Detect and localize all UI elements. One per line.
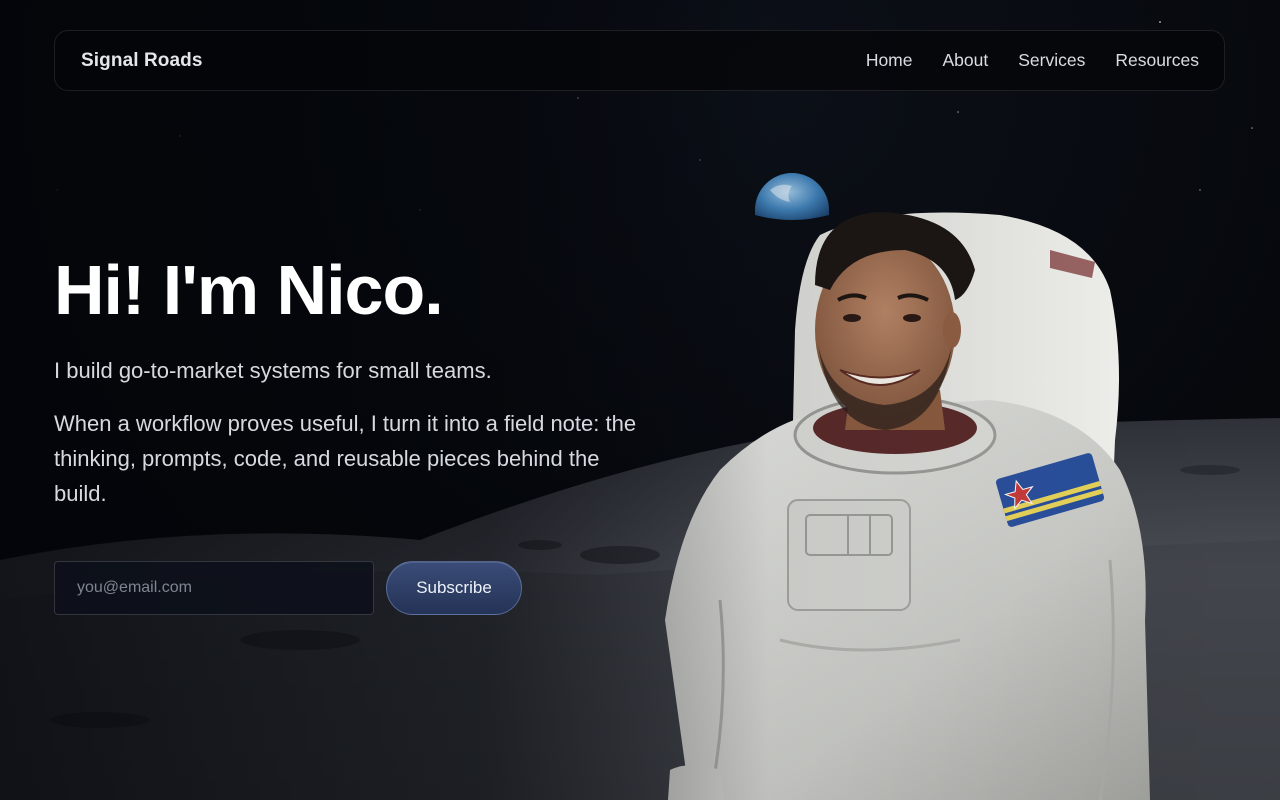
hero-title: Hi! I'm Nico. bbox=[54, 251, 444, 329]
subscribe-button[interactable]: Subscribe bbox=[386, 561, 522, 615]
email-input[interactable] bbox=[54, 561, 374, 615]
brand-logo-link[interactable]: Signal Roads bbox=[81, 50, 203, 72]
nav-links: Home About Services Resources bbox=[866, 50, 1199, 71]
nav-link-resources[interactable]: Resources bbox=[1115, 50, 1199, 71]
top-navbar: Signal Roads Home About Services Resourc… bbox=[54, 30, 1225, 91]
earth-icon bbox=[755, 173, 829, 220]
hero-section: Hi! I'm Nico. I build go-to-market syste… bbox=[54, 248, 674, 511]
nav-link-services[interactable]: Services bbox=[1018, 50, 1085, 71]
hero-description: When a workflow proves useful, I turn it… bbox=[54, 411, 637, 506]
page: Signal Roads Home About Services Resourc… bbox=[0, 0, 1280, 800]
hero-tagline: I build go-to-market systems for small t… bbox=[54, 358, 492, 383]
subscribe-form: Subscribe bbox=[54, 561, 522, 615]
astronaut-portrait bbox=[665, 212, 1150, 800]
nav-link-home[interactable]: Home bbox=[866, 50, 913, 71]
nav-link-about[interactable]: About bbox=[943, 50, 989, 71]
